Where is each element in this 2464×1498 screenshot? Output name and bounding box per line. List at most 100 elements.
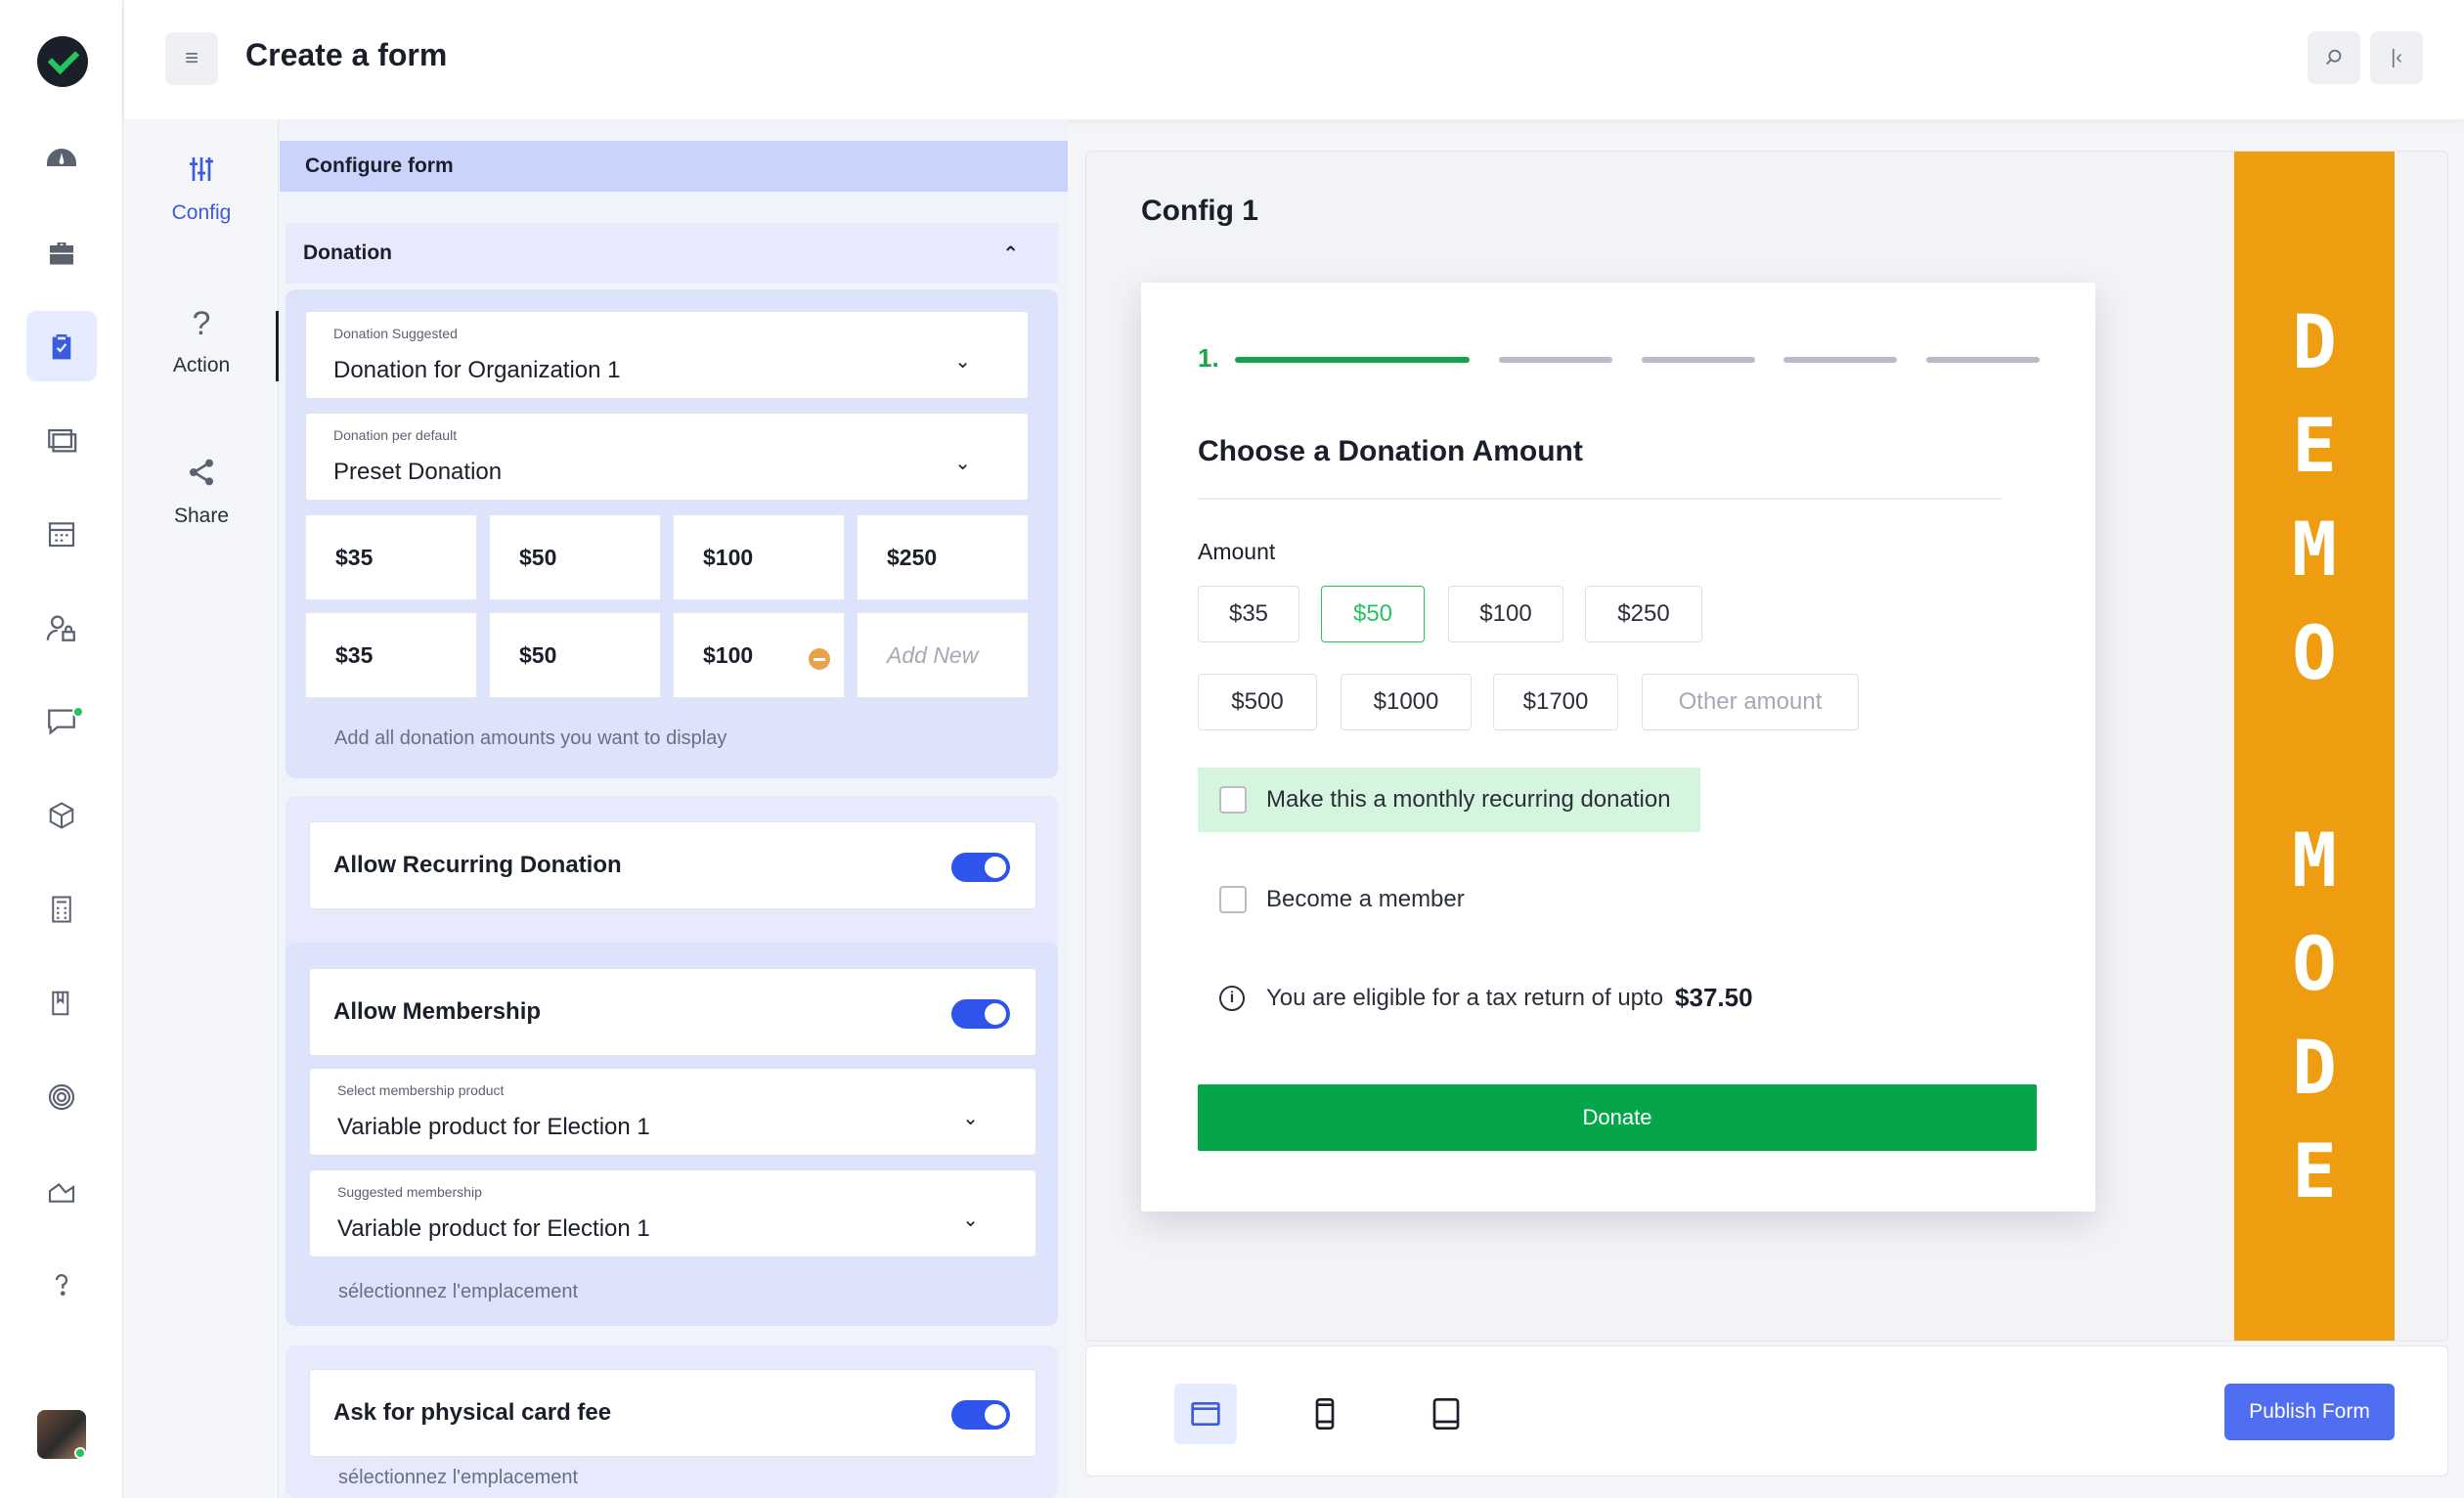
clipboard-check-icon[interactable]	[26, 311, 97, 381]
step-progress-bar	[1926, 357, 2040, 363]
tab-share-label: Share	[173, 505, 230, 527]
membership-product-select[interactable]: Select membership product Variable produ…	[309, 1068, 1036, 1156]
step-number: 1.	[1198, 343, 1219, 373]
monthly-checkbox[interactable]	[1219, 786, 1247, 814]
app-logo[interactable]	[37, 36, 88, 87]
amount-chip[interactable]: $500	[1198, 674, 1317, 730]
step-progress-bar	[1642, 357, 1755, 363]
tax-text: You are eligible for a tax return of upt…	[1266, 984, 1664, 1011]
device-preview-bar: Publish Form	[1085, 1345, 2448, 1476]
donation-default-label: Donation per default	[333, 427, 458, 443]
tablet-icon[interactable]	[1415, 1384, 1477, 1444]
member-label: Become a member	[1266, 886, 1465, 912]
monthly-donation-option[interactable]: Make this a monthly recurring donation	[1198, 768, 1700, 832]
briefcase-icon[interactable]	[42, 235, 81, 274]
collapse-button[interactable]: |‹	[2370, 31, 2423, 84]
tax-amount: $37.50	[1675, 983, 1753, 1012]
donate-button[interactable]: Donate	[1198, 1084, 2037, 1151]
member-checkbox[interactable]	[1219, 886, 1247, 913]
form-preview: Config 1 D E M O M O D E 1. Choose a Don…	[1085, 151, 2448, 1342]
demo-letter: M	[2292, 506, 2337, 593]
chevron-up-icon[interactable]: ⌃	[1002, 242, 1019, 266]
amount-chip[interactable]: $1700	[1493, 674, 1618, 730]
chart-icon[interactable]	[42, 1171, 81, 1211]
custom-amount[interactable]: $50	[489, 612, 661, 698]
demo-letter: O	[2292, 920, 2337, 1007]
preset-amount[interactable]: $100	[673, 514, 845, 600]
donation-suggested-select[interactable]: Donation Suggested Donation for Organiza…	[305, 311, 1029, 399]
calendar-icon[interactable]	[42, 514, 81, 553]
suggested-membership-select[interactable]: Suggested membership Variable product fo…	[309, 1169, 1036, 1257]
step-progress-bar	[1783, 357, 1897, 363]
desktop-icon[interactable]	[1174, 1384, 1237, 1444]
tab-share[interactable]: Share	[124, 456, 279, 528]
recurring-label: Allow Recurring Donation	[333, 852, 622, 878]
search-button[interactable]	[2308, 31, 2360, 84]
amount-chip[interactable]: $100	[1448, 586, 1563, 642]
membership-toggle[interactable]	[951, 999, 1010, 1029]
custom-amount[interactable]: $35	[305, 612, 477, 698]
demo-letter: D	[2292, 298, 2337, 385]
mobile-icon[interactable]	[1294, 1384, 1356, 1444]
add-new-amount-input[interactable]: Add New	[857, 612, 1029, 698]
card-fee-toggle-row: Ask for physical card fee	[309, 1369, 1036, 1457]
preset-amount[interactable]: $35	[305, 514, 477, 600]
donation-suggested-label: Donation Suggested	[333, 326, 458, 341]
suggested-membership-value: Variable product for Election 1	[337, 1215, 650, 1242]
preset-amount[interactable]: $50	[489, 514, 661, 600]
other-amount-input[interactable]: Other amount	[1642, 674, 1859, 730]
recurring-toggle[interactable]	[951, 853, 1010, 882]
tab-action[interactable]: ? Action	[124, 305, 279, 377]
donation-default-select[interactable]: Donation per default Preset Donation ⌄	[305, 413, 1029, 501]
dashboard-icon[interactable]	[42, 141, 81, 180]
preset-amount[interactable]: $250	[857, 514, 1029, 600]
user-lock-icon[interactable]	[42, 608, 81, 647]
tax-info: i You are eligible for a tax return of u…	[1219, 983, 1753, 1013]
donation-group: Donation Suggested Donation for Organiza…	[286, 289, 1058, 778]
active-tab-indicator	[276, 311, 279, 381]
demo-mode-banner: D E M O M O D E	[2234, 152, 2395, 1341]
question-icon: ?	[192, 305, 211, 342]
form-heading: Choose a Donation Amount	[1198, 435, 1583, 467]
donation-section-header[interactable]: Donation ⌃	[286, 223, 1058, 284]
card-fee-group: Ask for physical card fee sélectionnez l…	[286, 1345, 1058, 1498]
avatar-status-dot	[74, 1447, 86, 1459]
online-dot	[72, 706, 84, 718]
step-progress-bar	[1235, 357, 1470, 363]
icon-rail	[0, 0, 123, 1498]
amount-chip[interactable]: $35	[1198, 586, 1299, 642]
chevron-down-icon: ⌄	[954, 351, 971, 373]
membership-group: Allow Membership Select membership produ…	[286, 943, 1058, 1326]
config-header: Configure form	[280, 141, 1068, 192]
help-icon[interactable]	[42, 1265, 81, 1304]
target-icon[interactable]	[42, 1078, 81, 1117]
tab-config[interactable]: Config	[124, 153, 279, 225]
chevron-down-icon: ⌄	[962, 1210, 979, 1231]
form-subnav: Config ? Action Share	[124, 119, 279, 1498]
publish-form-button[interactable]: Publish Form	[2224, 1384, 2395, 1440]
divider	[1198, 498, 2002, 500]
card-fee-toggle[interactable]	[951, 1400, 1010, 1430]
calculator-icon[interactable]	[42, 890, 81, 929]
custom-amount-value: $100	[703, 641, 754, 668]
membership-label: Allow Membership	[333, 998, 542, 1025]
amount-chip[interactable]: $250	[1585, 586, 1702, 642]
chevron-down-icon: ⌄	[962, 1108, 979, 1129]
remove-amount-icon[interactable]	[809, 648, 830, 670]
demo-letter: O	[2292, 609, 2337, 696]
amount-chip-selected[interactable]: $50	[1321, 586, 1425, 642]
membership-product-label: Select membership product	[337, 1082, 505, 1098]
membership-product-value: Variable product for Election 1	[337, 1114, 650, 1140]
member-option[interactable]: Become a member	[1198, 867, 1465, 932]
book-icon[interactable]	[42, 984, 81, 1023]
recurring-toggle-row: Allow Recurring Donation	[309, 821, 1036, 909]
donation-default-value: Preset Donation	[333, 459, 503, 485]
custom-amount-editing[interactable]: $100	[673, 612, 845, 698]
amount-chip[interactable]: $1000	[1341, 674, 1472, 730]
box-icon[interactable]	[42, 796, 81, 835]
menu-button[interactable]: ≡	[165, 32, 218, 85]
config-panel: Configure form Donation ⌃ Donation Sugge…	[280, 119, 1068, 1498]
demo-letter: D	[2292, 1024, 2337, 1111]
layers-icon[interactable]	[42, 420, 81, 460]
demo-letter: M	[2292, 816, 2337, 903]
